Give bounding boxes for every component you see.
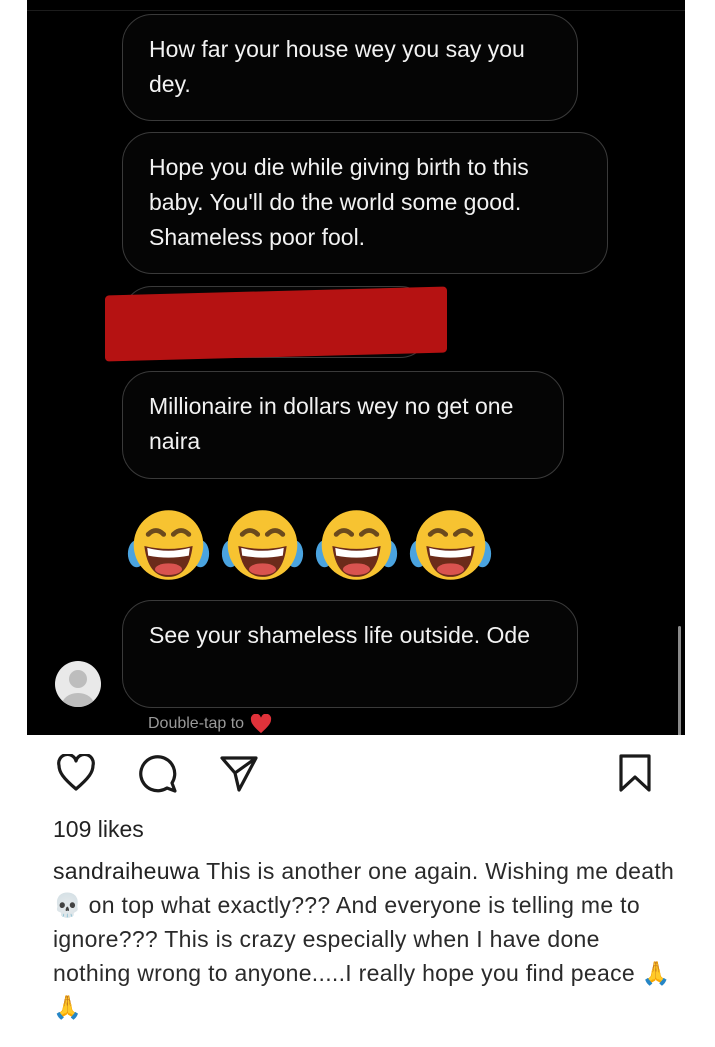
hint-text: Double-tap to — [148, 715, 245, 732]
message-bubble-4: See your shameless life outside. Ode — [122, 600, 578, 708]
comment-button[interactable] — [134, 750, 180, 796]
comment-icon — [139, 755, 177, 793]
likes-count[interactable]: 109 likes — [53, 816, 144, 843]
like-button[interactable] — [53, 750, 99, 796]
scrollbar[interactable] — [678, 626, 681, 735]
tears-of-joy-emoji-icon — [127, 510, 210, 580]
share-button[interactable] — [216, 750, 262, 796]
top-divider — [27, 10, 685, 11]
tears-of-joy-emoji-icon — [409, 510, 492, 580]
message-bubble-3: Millionaire in dollars wey no get one na… — [122, 371, 564, 479]
tears-of-joy-emoji-icon — [221, 510, 304, 580]
caption-username[interactable]: sandraiheuwa — [53, 858, 200, 884]
message-bubble-1: How far your house wey you say you dey. — [122, 14, 578, 121]
send-icon — [220, 756, 258, 792]
avatar[interactable] — [55, 661, 101, 707]
dm-screenshot: How far your house wey you say you dey. … — [27, 0, 685, 735]
default-avatar-icon — [62, 670, 94, 707]
bookmark-icon — [619, 754, 651, 792]
post-caption: sandraiheuwa This is another one again. … — [53, 854, 683, 1024]
emoji-message — [125, 505, 494, 585]
heart-icon — [250, 714, 272, 734]
redaction-mark — [105, 286, 447, 362]
double-tap-hint: Double-tap to — [148, 714, 272, 734]
post-action-bar — [0, 750, 715, 802]
message-bubble-2: Hope you die while giving birth to this … — [122, 132, 608, 274]
tears-of-joy-emoji-icon — [315, 510, 398, 580]
heart-outline-icon — [57, 754, 95, 791]
save-button[interactable] — [612, 750, 658, 796]
